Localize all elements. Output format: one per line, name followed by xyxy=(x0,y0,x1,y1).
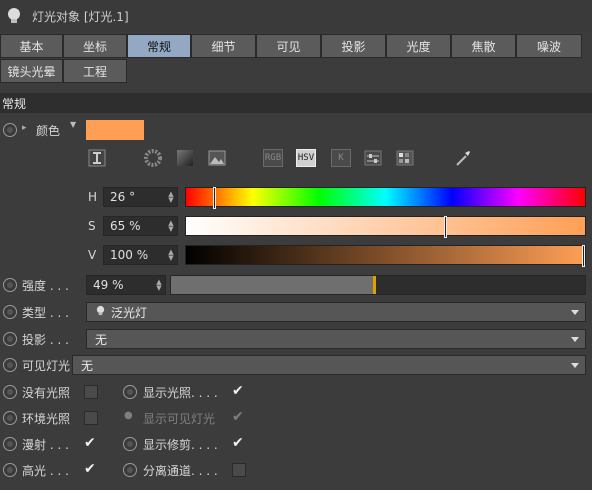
color-spectrum-icon[interactable] xyxy=(86,147,108,169)
intensity-slider-fill xyxy=(171,276,374,294)
saturation-slider[interactable] xyxy=(185,216,586,238)
specular-animate-radio[interactable] xyxy=(3,463,17,477)
intensity-animate-radio[interactable] xyxy=(3,278,17,292)
bulb-small-icon xyxy=(95,305,111,319)
hsv-mode-slot: HSV xyxy=(295,147,317,169)
diffuse-checkbox[interactable]: ✔ xyxy=(84,436,96,450)
value-slider-marker[interactable] xyxy=(582,245,585,267)
show-clip-checkbox[interactable]: ✔ xyxy=(232,436,244,450)
visible-light-value: 无 xyxy=(81,358,94,373)
tab-shadow[interactable]: 投影 xyxy=(321,34,386,58)
kelvin-mode-slot: K xyxy=(330,147,352,169)
visible-light-dropdown[interactable]: 无 xyxy=(72,355,586,375)
color-picker-square-icon[interactable] xyxy=(174,147,196,169)
eyedropper-icon[interactable] xyxy=(452,147,474,169)
shadow-dropdown[interactable]: 无 xyxy=(86,329,586,349)
separate-pass-label: 分离通道. . . . xyxy=(143,464,218,478)
chevron-down-icon xyxy=(571,337,579,342)
value-slider[interactable] xyxy=(185,245,586,267)
color-animate-radio[interactable] xyxy=(3,123,17,137)
kelvin-mode-toggle[interactable]: K xyxy=(331,149,351,167)
no-illum-animate-radio[interactable] xyxy=(3,385,17,399)
hue-slider-marker[interactable] xyxy=(213,187,216,209)
separate-pass-checkbox[interactable] xyxy=(232,463,246,477)
tab-basic[interactable]: 基本 xyxy=(0,34,63,58)
value-field[interactable]: 100 % ▲ ▼ xyxy=(103,245,178,265)
tab-lens-glow[interactable]: 镜头光晕 xyxy=(0,59,63,83)
intensity-field[interactable]: 49 % ▲ ▼ xyxy=(86,275,166,295)
show-visible-checkbox: ✔ xyxy=(232,409,244,425)
value-spinner-icon[interactable]: ▲ ▼ xyxy=(168,249,174,262)
saturation-field[interactable]: 65 % ▲ ▼ xyxy=(103,216,178,236)
intensity-slider[interactable] xyxy=(170,275,586,295)
type-label: 类型 . . . xyxy=(22,306,69,320)
saturation-slider-marker[interactable] xyxy=(444,216,447,238)
visible-light-animate-radio[interactable] xyxy=(3,358,17,372)
hue-value: 26 ° xyxy=(110,190,136,204)
ambient-label: 环境光照 xyxy=(22,412,71,426)
intensity-slider-marker[interactable] xyxy=(373,276,376,294)
saturation-value: 65 % xyxy=(110,219,141,233)
saturation-letter: S xyxy=(88,219,96,233)
separate-pass-animate-radio[interactable] xyxy=(123,463,137,477)
hue-slider[interactable] xyxy=(185,187,586,209)
value-letter: V xyxy=(88,248,97,262)
tab-project[interactable]: 工程 xyxy=(63,59,127,83)
ambient-checkbox[interactable] xyxy=(84,411,98,425)
expand-arrow-icon[interactable]: ▸ xyxy=(22,123,27,133)
ambient-animate-radio[interactable] xyxy=(3,411,17,425)
saturation-spinner-icon[interactable]: ▲ ▼ xyxy=(168,220,174,233)
show-illum-checkbox[interactable]: ✔ xyxy=(232,384,244,398)
intensity-spinner-icon[interactable]: ▲ ▼ xyxy=(156,279,162,292)
swatches-icon[interactable] xyxy=(394,147,416,169)
show-clip-label: 显示修剪. . . . xyxy=(143,438,218,452)
color-wheel-icon[interactable] xyxy=(142,147,164,169)
tab-photometric[interactable]: 光度 xyxy=(386,34,451,58)
color-swatch[interactable] xyxy=(86,120,144,140)
hsv-mode-toggle[interactable]: HSV xyxy=(296,149,316,167)
hue-spinner-icon[interactable]: ▲ ▼ xyxy=(168,191,174,204)
window-titlebar: 灯光对象 [灯光.1] xyxy=(0,0,592,32)
rgb-mode-slot: RGB xyxy=(262,147,284,169)
show-illum-label: 显示光照. . . . xyxy=(143,386,218,400)
tab-coordinates[interactable]: 坐标 xyxy=(63,34,127,58)
shadow-animate-radio[interactable] xyxy=(3,332,17,346)
light-bulb-icon xyxy=(2,4,26,28)
tab-general[interactable]: 常规 xyxy=(127,34,191,58)
visible-light-label: 可见灯光 xyxy=(22,359,71,373)
show-visible-label: 显示可见灯光 xyxy=(143,412,216,426)
color-menu-arrow-icon[interactable]: ▼ xyxy=(70,120,76,129)
show-illum-animate-radio[interactable] xyxy=(123,385,137,399)
type-dropdown[interactable]: 泛光灯 xyxy=(86,302,586,322)
hue-letter: H xyxy=(88,190,98,204)
diffuse-animate-radio[interactable] xyxy=(3,437,17,451)
type-animate-radio[interactable] xyxy=(3,305,17,319)
shadow-value: 无 xyxy=(95,332,108,347)
no-illum-checkbox[interactable] xyxy=(84,385,98,399)
specular-checkbox[interactable]: ✔ xyxy=(84,462,96,476)
chevron-down-icon xyxy=(571,310,579,315)
intensity-label: 强度 . . . xyxy=(22,279,69,293)
tab-details[interactable]: 细节 xyxy=(191,34,256,58)
section-title: 常规 xyxy=(0,93,592,113)
color-label: 颜色 xyxy=(36,124,61,138)
tab-visibility[interactable]: 可见 xyxy=(256,34,321,58)
chevron-down-icon xyxy=(571,363,579,368)
image-icon[interactable] xyxy=(206,147,228,169)
no-illum-label: 没有光照 xyxy=(22,386,71,400)
show-clip-animate-radio[interactable] xyxy=(123,437,137,451)
window-title: 灯光对象 [灯光.1] xyxy=(32,9,129,24)
rgb-mode-toggle[interactable]: RGB xyxy=(263,149,283,167)
show-visible-dot-icon: ● xyxy=(124,410,133,421)
specular-label: 高光 . . . xyxy=(22,464,69,478)
type-value: 泛光灯 xyxy=(111,305,148,320)
intensity-value: 49 % xyxy=(93,278,124,292)
diffuse-label: 漫射 . . . xyxy=(22,438,69,452)
tab-noise[interactable]: 噪波 xyxy=(516,34,582,58)
tab-caustics[interactable]: 焦散 xyxy=(451,34,516,58)
value-value: 100 % xyxy=(110,248,149,262)
shadow-label: 投影 . . . xyxy=(22,333,69,347)
hue-field[interactable]: 26 ° ▲ ▼ xyxy=(103,187,178,207)
mixer-icon[interactable] xyxy=(362,147,384,169)
